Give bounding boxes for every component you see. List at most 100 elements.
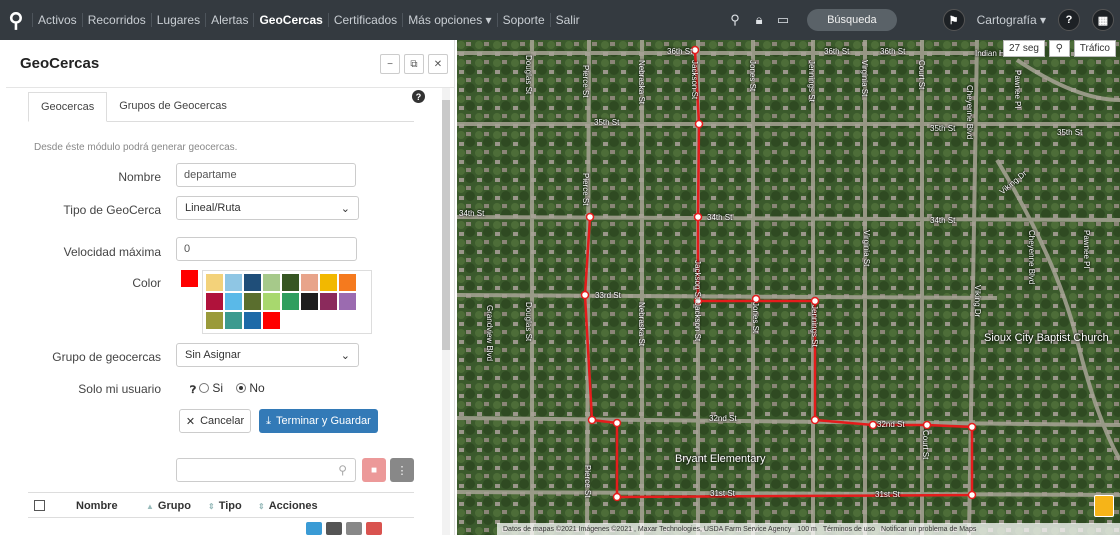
sort-icon: ⇕ bbox=[258, 502, 265, 511]
nav-geocercas[interactable]: GeoCercas bbox=[253, 13, 327, 27]
module-description: Desde éste módulo podrá generar geocerca… bbox=[34, 142, 238, 153]
table-search-input[interactable]: ⚲ bbox=[176, 458, 356, 482]
color-swatch-1[interactable] bbox=[225, 274, 242, 291]
color-swatch-0[interactable] bbox=[206, 274, 223, 291]
radio-si-circle[interactable] bbox=[199, 383, 210, 393]
color-swatch-8[interactable] bbox=[206, 293, 223, 310]
map-view[interactable]: 36th St 36th St 36th St Indian Hills Dr … bbox=[457, 40, 1120, 535]
color-swatch-16[interactable] bbox=[206, 312, 223, 329]
popout-icon[interactable]: ⧉ bbox=[404, 54, 424, 74]
table-row bbox=[28, 520, 414, 535]
report-problem-link[interactable]: Notificar un problema de Maps bbox=[881, 526, 976, 533]
geocercas-panel: GeoCercas − ⧉ ✕ Geocercas Grupos de Geoc… bbox=[6, 40, 455, 535]
color-swatch-17[interactable] bbox=[225, 312, 242, 329]
nav-mas-opciones[interactable]: Más opciones ▾ bbox=[402, 13, 496, 27]
radio-no-label: No bbox=[249, 381, 265, 395]
tipo-geocerca-select[interactable]: Lineal/Ruta ⌄ bbox=[176, 196, 359, 220]
velocidad-input[interactable] bbox=[176, 237, 357, 261]
col-grupo[interactable]: ▲ Grupo bbox=[146, 500, 191, 512]
map-footer: Datos de mapas ©2021 Imágenes ©2021 , Ma… bbox=[497, 523, 1120, 535]
street-36th-a: 36th St bbox=[667, 47, 693, 56]
radio-no-circle[interactable] bbox=[236, 383, 247, 393]
copy-action-icon[interactable] bbox=[346, 522, 362, 535]
color-swatch-9[interactable] bbox=[225, 293, 242, 310]
color-swatch-4[interactable] bbox=[282, 274, 299, 291]
search-button[interactable]: Búsqueda bbox=[807, 9, 897, 31]
location-pin-icon[interactable]: ⚲ bbox=[1048, 40, 1070, 57]
search-icon[interactable]: ⚲ bbox=[725, 12, 745, 28]
nav-certificados[interactable]: Certificados bbox=[327, 13, 402, 27]
select-all-checkbox[interactable] bbox=[34, 500, 45, 511]
color-swatch-10[interactable] bbox=[244, 293, 261, 310]
more-options-icon[interactable]: ⋮ bbox=[390, 458, 414, 482]
lock-icon[interactable]: 🔒︎ bbox=[749, 12, 769, 28]
col-nombre[interactable]: Nombre bbox=[76, 500, 118, 512]
brand-logo-icon[interactable]: ⚲ bbox=[0, 0, 32, 40]
street-32nd-a: 32nd St bbox=[709, 414, 737, 423]
col-acciones[interactable]: ⇕ Acciones bbox=[258, 500, 318, 512]
nav-salir[interactable]: Salir bbox=[549, 13, 585, 27]
radio-si[interactable]: Si bbox=[199, 381, 223, 395]
col-tipo[interactable]: ⇕ Tipo bbox=[208, 500, 242, 512]
nombre-input[interactable] bbox=[176, 163, 356, 187]
close-icon[interactable]: ✕ bbox=[428, 54, 448, 74]
color-swatch-18[interactable] bbox=[244, 312, 261, 329]
street-court-b: Court St bbox=[921, 430, 930, 460]
terms-link[interactable]: Términos de uso bbox=[823, 526, 875, 533]
grupo-select[interactable]: Sin Asignar ⌄ bbox=[176, 343, 359, 367]
trash-icon[interactable]: ■ bbox=[362, 458, 386, 482]
street-view-pegman-icon[interactable] bbox=[1094, 495, 1114, 517]
radio-no[interactable]: No bbox=[236, 381, 265, 395]
traffic-toggle[interactable]: Tráfico bbox=[1073, 40, 1116, 57]
selected-color-swatch bbox=[181, 270, 198, 287]
street-36th-c: 36th St bbox=[880, 47, 906, 56]
cartografia-dropdown[interactable]: Cartografía ▾ bbox=[977, 13, 1046, 27]
nav-lugares[interactable]: Lugares bbox=[150, 13, 205, 27]
street-pierce-b: Pierce St bbox=[581, 173, 590, 206]
grupo-value: Sin Asignar bbox=[185, 349, 241, 361]
minimize-icon[interactable]: − bbox=[380, 54, 400, 74]
color-swatch-14[interactable] bbox=[320, 293, 337, 310]
street-nebraska-a: Nebraska St bbox=[637, 60, 646, 105]
menu-grid-icon[interactable]: ▦ bbox=[1092, 9, 1114, 31]
street-34th-a: 34th St bbox=[459, 209, 485, 218]
refresh-timer: 27 seg bbox=[1002, 40, 1045, 57]
tab-geocercas[interactable]: Geocercas bbox=[28, 92, 108, 122]
church-label: Sioux City Baptist Church bbox=[984, 332, 1109, 344]
color-swatch-13[interactable] bbox=[301, 293, 318, 310]
color-swatch-11[interactable] bbox=[263, 293, 280, 310]
nombre-label: Nombre bbox=[118, 170, 161, 184]
color-swatch-19[interactable] bbox=[263, 312, 280, 329]
color-swatch-12[interactable] bbox=[282, 293, 299, 310]
monitor-icon[interactable]: ▭ bbox=[773, 12, 793, 28]
help-icon[interactable]: ? bbox=[412, 90, 425, 103]
nav-activos[interactable]: Activos bbox=[32, 13, 82, 27]
sort-icon: ⇕ bbox=[208, 502, 215, 511]
tab-grupos-geocercas[interactable]: Grupos de Geocercas bbox=[107, 92, 239, 121]
flag-icon[interactable]: ⚑ bbox=[942, 9, 965, 31]
color-swatch-3[interactable] bbox=[263, 274, 280, 291]
radio-si-label: Si bbox=[212, 381, 224, 395]
top-navbar: ⚲ Activos Recorridos Lugares Alertas Geo… bbox=[0, 0, 1120, 40]
nav-right-tools: ⚲ 🔒︎ ▭ Búsqueda ⚑ Cartografía ▾ ? ▦ bbox=[723, 0, 1120, 40]
nav-recorridos[interactable]: Recorridos bbox=[81, 13, 151, 27]
nav-alertas[interactable]: Alertas bbox=[205, 13, 253, 27]
delete-action-icon[interactable] bbox=[366, 522, 382, 535]
help-button[interactable]: ? bbox=[1058, 9, 1080, 31]
color-swatch-6[interactable] bbox=[320, 274, 337, 291]
view-action-icon[interactable] bbox=[326, 522, 342, 535]
street-court-a: Court St bbox=[917, 60, 926, 90]
save-button[interactable]: ⤓ Terminar y Guardar bbox=[259, 409, 378, 433]
cancel-button[interactable]: ✕ Cancelar bbox=[179, 409, 251, 433]
edit-action-icon[interactable] bbox=[306, 522, 322, 535]
street-viking-b: Viking Dr bbox=[973, 285, 982, 318]
color-swatch-15[interactable] bbox=[339, 293, 356, 310]
nav-soporte[interactable]: Soporte bbox=[496, 13, 550, 27]
color-swatch-7[interactable] bbox=[339, 274, 356, 291]
color-swatch-2[interactable] bbox=[244, 274, 261, 291]
question-icon[interactable]: ❓︎ bbox=[190, 385, 196, 396]
color-swatch-5[interactable] bbox=[301, 274, 318, 291]
street-33rd: 33rd St bbox=[595, 291, 621, 300]
scroll-thumb[interactable] bbox=[442, 100, 450, 350]
panel-scrollbar[interactable] bbox=[442, 88, 450, 535]
